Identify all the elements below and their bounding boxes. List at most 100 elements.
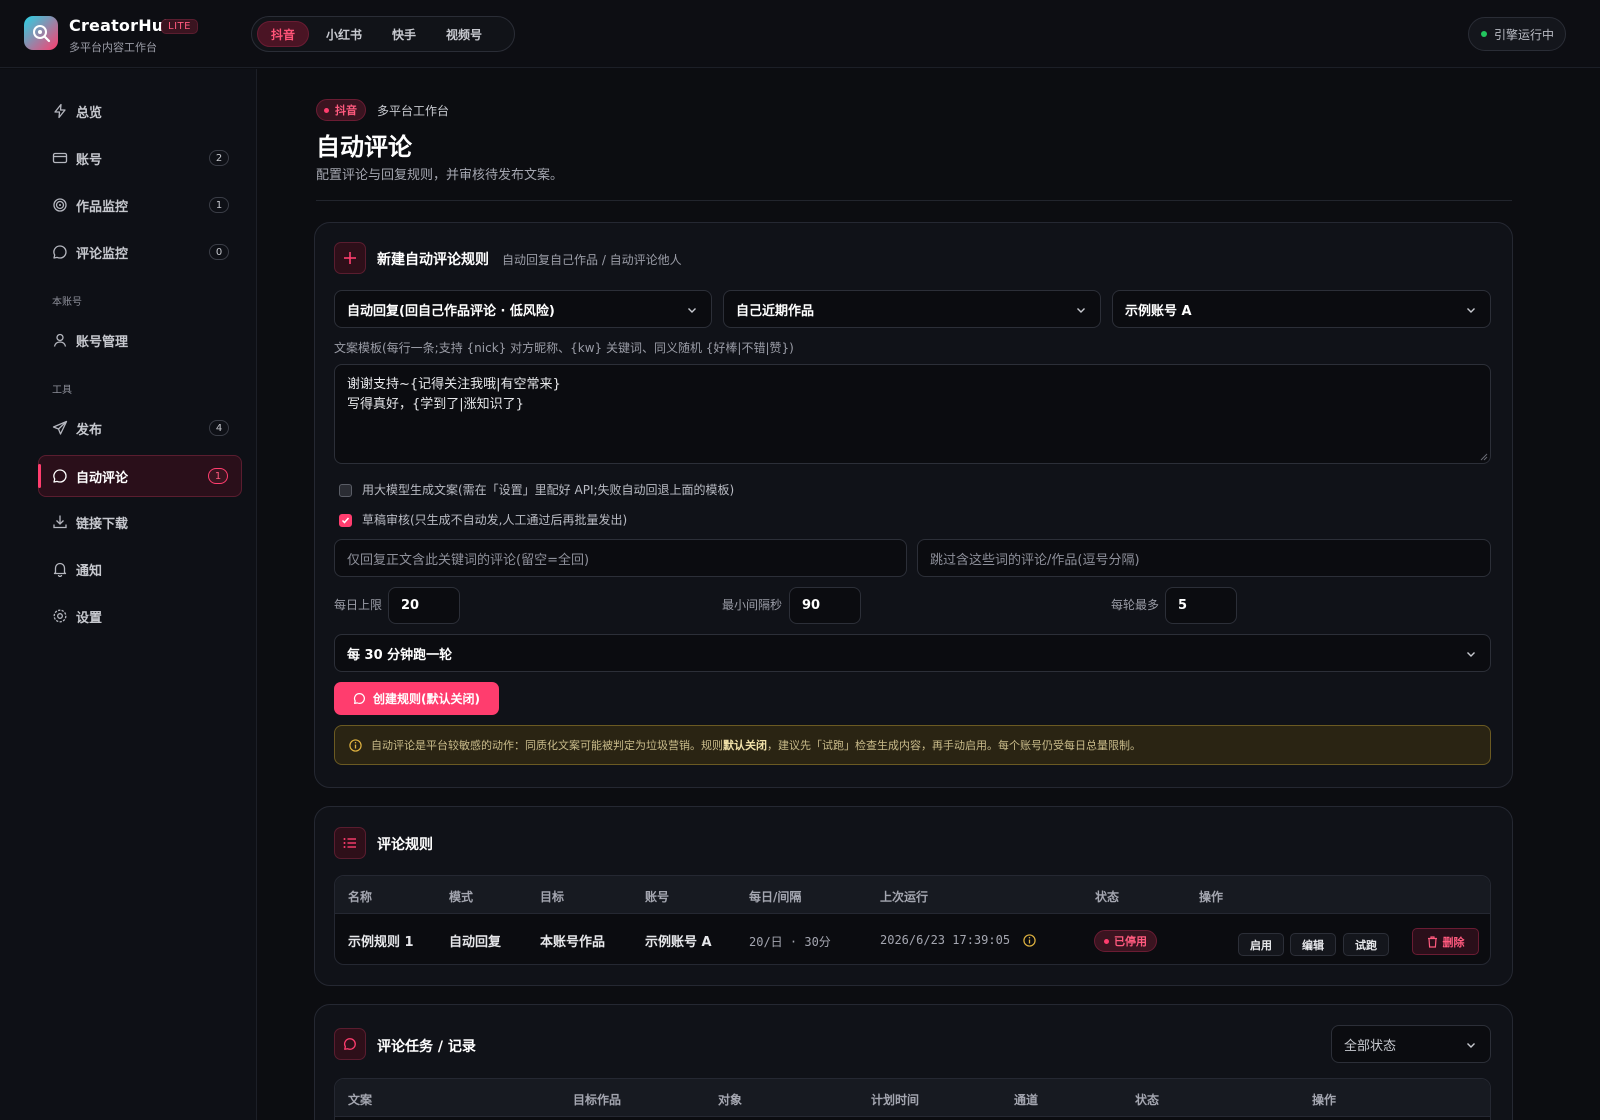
status-dot-icon bbox=[1104, 938, 1109, 944]
sidebar-item-comment-monitor[interactable]: 评论监控 0 bbox=[39, 232, 242, 272]
chevron-down-icon bbox=[686, 304, 698, 316]
account-select-value: 示例账号 A bbox=[1125, 303, 1192, 319]
sidebar-item-notifications[interactable]: 通知 bbox=[39, 549, 242, 589]
status-filter-select[interactable]: 全部状态 bbox=[1331, 1025, 1491, 1063]
sidebar-item-work-monitor[interactable]: 作品监控 1 bbox=[39, 185, 242, 225]
status-filter-value: 全部状态 bbox=[1344, 1038, 1397, 1054]
new-rule-title: 新建自动评论规则 bbox=[377, 252, 489, 268]
column-header: 上次运行 bbox=[880, 890, 929, 904]
sidebar-item-label: 评论监控 bbox=[76, 246, 129, 262]
divider bbox=[316, 200, 1512, 201]
sidebar-item-overview[interactable]: 总览 bbox=[39, 91, 242, 131]
per-round-input[interactable]: 5 bbox=[1165, 587, 1237, 624]
review-checkbox-label: 草稿审核(只生成不自动发,人工通过后再批量发出) bbox=[362, 513, 628, 527]
template-line: 谢谢支持~{记得关注我哦|有空常来} bbox=[347, 377, 561, 392]
sidebar-item-label: 设置 bbox=[76, 610, 103, 626]
edit-button[interactable]: 编辑 bbox=[1290, 933, 1336, 956]
enable-button[interactable]: 启用 bbox=[1238, 933, 1284, 956]
engine-status[interactable]: 引擎运行中 bbox=[1468, 17, 1566, 51]
bell-icon bbox=[52, 561, 68, 577]
llm-checkbox-label: 用大模型生成文案(需在「设置」里配好 API;失败自动回退上面的模板) bbox=[362, 483, 735, 497]
app-name: CreatorHub bbox=[69, 16, 176, 35]
daily-limit-input[interactable]: 20 bbox=[388, 587, 460, 624]
keyword-input-placeholder: 仅回复正文含此关键词的评论(留空=全回) bbox=[347, 552, 590, 568]
breadcrumb: 多平台工作台 bbox=[377, 104, 450, 118]
info-icon[interactable] bbox=[1023, 934, 1036, 947]
delete-button[interactable]: 删除 bbox=[1412, 928, 1479, 955]
plan-badge: LITE bbox=[161, 19, 198, 34]
interval-input[interactable]: 90 bbox=[789, 587, 861, 624]
list-icon bbox=[334, 827, 366, 859]
chat-icon bbox=[52, 244, 68, 260]
delete-label: 删除 bbox=[1442, 935, 1465, 949]
schedule-select[interactable]: 每 30 分钟跑一轮 bbox=[334, 634, 1491, 672]
skip-words-input[interactable]: 跳过含这些词的评论/作品(逗号分隔) bbox=[917, 539, 1491, 577]
tab-kuaishou[interactable]: 快手 bbox=[379, 21, 429, 47]
plus-icon bbox=[334, 242, 366, 274]
info-icon bbox=[349, 738, 362, 752]
column-header: 对象 bbox=[718, 1093, 743, 1107]
status-dot-icon bbox=[324, 107, 329, 113]
target-select[interactable]: 自己近期作品 bbox=[723, 290, 1101, 328]
template-textarea[interactable]: 谢谢支持~{记得关注我哦|有空常来} 写得真好，{学到了|涨知识了} bbox=[334, 364, 1491, 464]
resize-handle-icon[interactable] bbox=[1480, 453, 1488, 461]
sidebar-item-link-download[interactable]: 链接下载 bbox=[39, 502, 242, 542]
tab-douyin[interactable]: 抖音 bbox=[257, 21, 310, 47]
sidebar-item-label: 通知 bbox=[76, 563, 103, 579]
chat-icon bbox=[353, 692, 366, 705]
sidebar-item-label: 发布 bbox=[76, 422, 103, 438]
sidebar-item-publish[interactable]: 发布 4 bbox=[39, 408, 242, 448]
review-checkbox[interactable] bbox=[339, 514, 352, 527]
llm-checkbox[interactable] bbox=[339, 484, 352, 497]
per-round-label: 每轮最多 bbox=[1111, 598, 1160, 612]
create-rule-button[interactable]: 创建规则(默认关闭) bbox=[334, 682, 499, 715]
platform-tabs: 抖音 小红书 快手 视频号 bbox=[251, 16, 515, 52]
daily-limit-label: 每日上限 bbox=[334, 598, 383, 612]
count-badge: 4 bbox=[209, 420, 229, 436]
platform-badge-label: 抖音 bbox=[335, 104, 357, 117]
card-icon bbox=[52, 150, 68, 166]
rules-table: 名称 模式 目标 账号 每日/间隔 上次运行 状态 操作 示例规则 1 自动回复… bbox=[334, 875, 1491, 965]
column-header: 目标作品 bbox=[573, 1093, 622, 1107]
column-header: 每日/间隔 bbox=[749, 890, 802, 904]
template-line: 写得真好，{学到了|涨知识了} bbox=[347, 397, 524, 412]
section-label-tools: 工具 bbox=[52, 385, 72, 396]
rule-target: 本账号作品 bbox=[540, 935, 606, 950]
interval-label: 最小间隔秒 bbox=[722, 598, 783, 612]
sidebar-item-label: 作品监控 bbox=[76, 199, 129, 215]
schedule-select-value: 每 30 分钟跑一轮 bbox=[347, 647, 453, 663]
sidebar-item-label: 总览 bbox=[76, 105, 103, 121]
target-select-value: 自己近期作品 bbox=[736, 303, 815, 319]
bolt-icon bbox=[52, 103, 68, 119]
mode-select[interactable]: 自动回复(回自己作品评论 · 低风险) bbox=[334, 290, 712, 328]
sidebar-item-label: 账号管理 bbox=[76, 334, 129, 350]
sidebar-item-label: 链接下载 bbox=[76, 516, 129, 532]
status-dot-icon bbox=[1481, 31, 1487, 37]
sidebar-item-label: 自动评论 bbox=[76, 470, 129, 486]
sidebar-item-accounts[interactable]: 账号 2 bbox=[39, 138, 242, 178]
tab-shipinhao[interactable]: 视频号 bbox=[433, 21, 495, 47]
column-header: 文案 bbox=[348, 1093, 373, 1107]
download-icon bbox=[52, 514, 68, 530]
user-icon bbox=[52, 332, 68, 348]
count-badge: 0 bbox=[209, 244, 229, 260]
trial-run-button[interactable]: 试跑 bbox=[1343, 933, 1389, 956]
trash-icon bbox=[1427, 935, 1438, 948]
engine-status-label: 引擎运行中 bbox=[1494, 27, 1555, 42]
status-badge: 已停用 bbox=[1094, 930, 1157, 952]
tab-xiaohongshu[interactable]: 小红书 bbox=[313, 21, 375, 47]
sidebar-item-settings[interactable]: 设置 bbox=[39, 596, 242, 636]
keyword-input[interactable]: 仅回复正文含此关键词的评论(留空=全回) bbox=[334, 539, 907, 577]
column-header: 操作 bbox=[1199, 890, 1224, 904]
create-rule-label: 创建规则(默认关闭) bbox=[373, 692, 480, 706]
sidebar bbox=[0, 69, 257, 1120]
template-label: 文案模板(每行一条;支持 {nick} 对方昵称、{kw} 关键词、同义随机 {… bbox=[334, 341, 794, 355]
warning-text: 自动评论是平台较敏感的动作：同质化文案可能被判定为垃圾营销。规则默认关闭，建议先… bbox=[371, 739, 1141, 752]
sidebar-item-auto-comment[interactable]: 自动评论 1 bbox=[38, 455, 242, 497]
column-header: 目标 bbox=[540, 890, 565, 904]
count-badge: 2 bbox=[209, 150, 229, 166]
page-subtitle: 配置评论与回复规则，并审核待发布文案。 bbox=[316, 168, 564, 183]
account-select[interactable]: 示例账号 A bbox=[1112, 290, 1491, 328]
platform-badge: 抖音 bbox=[316, 99, 366, 121]
sidebar-item-account-manage[interactable]: 账号管理 bbox=[39, 320, 242, 360]
